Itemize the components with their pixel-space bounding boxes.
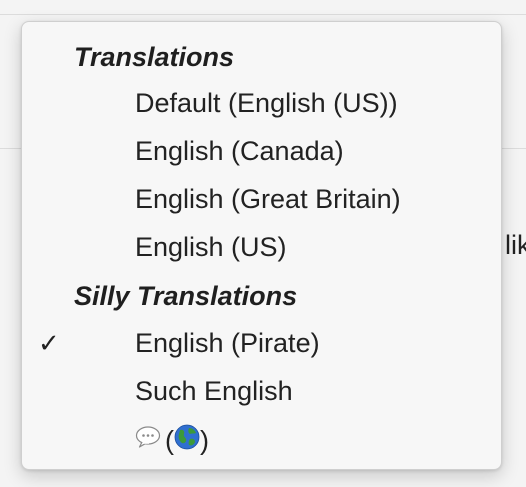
checkmark-icon: ✓ <box>38 328 60 358</box>
menu-item-such-english[interactable]: Such English <box>22 368 501 416</box>
menu-item-english-pirate[interactable]: ✓ English (Pirate) <box>22 320 501 368</box>
globe-icon <box>174 424 200 457</box>
section-header-silly-translations: Silly Translations <box>74 281 298 311</box>
menu-item-label: ( ) <box>135 424 209 457</box>
menu-item-label: English (Great Britain) <box>135 184 401 214</box>
background-divider-top <box>0 14 526 15</box>
menu-item-label: English (US) <box>135 232 287 262</box>
menu-item-label: Default (English (US)) <box>135 88 398 118</box>
menu-item-english-canada[interactable]: English (Canada) <box>22 128 501 176</box>
menu-item-english-us[interactable]: English (US) <box>22 224 501 272</box>
speech-bubble-icon <box>135 425 161 456</box>
close-paren: ) <box>200 425 209 456</box>
menu-item-label: English (Pirate) <box>135 328 320 358</box>
menu-item-english-great-britain[interactable]: English (Great Britain) <box>22 176 501 224</box>
menu-item-default-english-us[interactable]: Default (English (US)) <box>22 80 501 128</box>
translation-dropdown-menu: Translations Default (English (US)) Engl… <box>21 21 502 470</box>
open-paren: ( <box>165 425 174 456</box>
menu-item-label: English (Canada) <box>135 136 344 166</box>
menu-item-emoji-translation[interactable]: ( ) <box>22 416 501 464</box>
background-text: lik <box>505 230 526 260</box>
section-header-translations: Translations <box>74 42 235 72</box>
menu-item-label: Such English <box>135 376 293 406</box>
